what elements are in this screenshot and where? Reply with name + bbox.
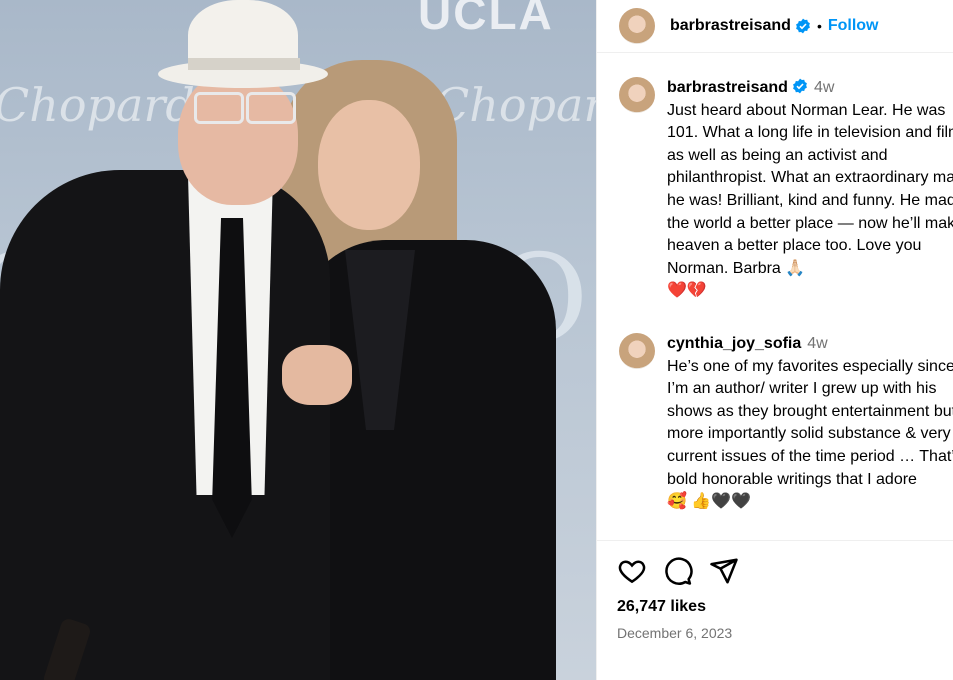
- comments-list[interactable]: barbrastreisand 4w Just heard about Norma…: [597, 53, 953, 540]
- verified-badge-icon: [793, 78, 807, 94]
- likes-count[interactable]: 26,747 likes: [617, 598, 706, 616]
- woman-figure-hand: [282, 345, 352, 405]
- comment-age[interactable]: 4w: [807, 335, 827, 352]
- post-photo[interactable]: UCLA Chopard Chopard O O: [0, 0, 596, 680]
- man-figure-hat-band: [188, 58, 300, 70]
- follow-button[interactable]: Follow: [828, 17, 879, 35]
- post-actions: [617, 556, 739, 588]
- share-icon[interactable]: [709, 556, 739, 586]
- woman-figure-face: [318, 100, 420, 230]
- caption-hearts: ❤️💔: [667, 282, 707, 300]
- caption-age[interactable]: 4w: [814, 79, 834, 96]
- man-figure-suit: [0, 170, 330, 680]
- post-header: barbrastreisand • Follow: [597, 0, 953, 53]
- comment-body: cynthia_joy_sofia 4w He’s one of my favor…: [667, 333, 953, 514]
- author-username[interactable]: barbrastreisand: [670, 17, 791, 35]
- caption-username[interactable]: barbrastreisand: [667, 79, 788, 96]
- photo-backdrop-text-chopard-right: Chopard: [434, 78, 596, 132]
- heart-icon[interactable]: [617, 556, 647, 586]
- commenter-avatar[interactable]: [619, 333, 655, 369]
- caption-body: barbrastreisand 4w Just heard about Norma…: [667, 77, 953, 303]
- photo-backdrop-text-ucla: UCLA: [418, 0, 554, 39]
- man-figure-glasses: [190, 92, 298, 124]
- woman-figure-jacket: [296, 240, 556, 680]
- photo-backdrop-text-chopard-left: Chopard: [0, 78, 195, 132]
- man-figure-face: [178, 70, 298, 205]
- divider: [597, 540, 953, 541]
- comment-emoji: 🥰 👍🖤🖤: [667, 493, 752, 511]
- post-date[interactable]: December 6, 2023: [617, 625, 732, 641]
- caption-text: Just heard about Norman Lear. He was 101…: [667, 101, 953, 277]
- comment-icon[interactable]: [663, 556, 693, 586]
- commenter-username[interactable]: cynthia_joy_sofia: [667, 335, 801, 352]
- header-separator: •: [816, 18, 822, 34]
- comment-text: He’s one of my favorites especially sinc…: [667, 357, 953, 488]
- verified-badge-icon: [796, 18, 810, 34]
- post-side-panel: barbrastreisand • Follow barbrastreisand…: [596, 0, 953, 680]
- caption-avatar[interactable]: [619, 77, 655, 113]
- author-avatar[interactable]: [619, 8, 655, 44]
